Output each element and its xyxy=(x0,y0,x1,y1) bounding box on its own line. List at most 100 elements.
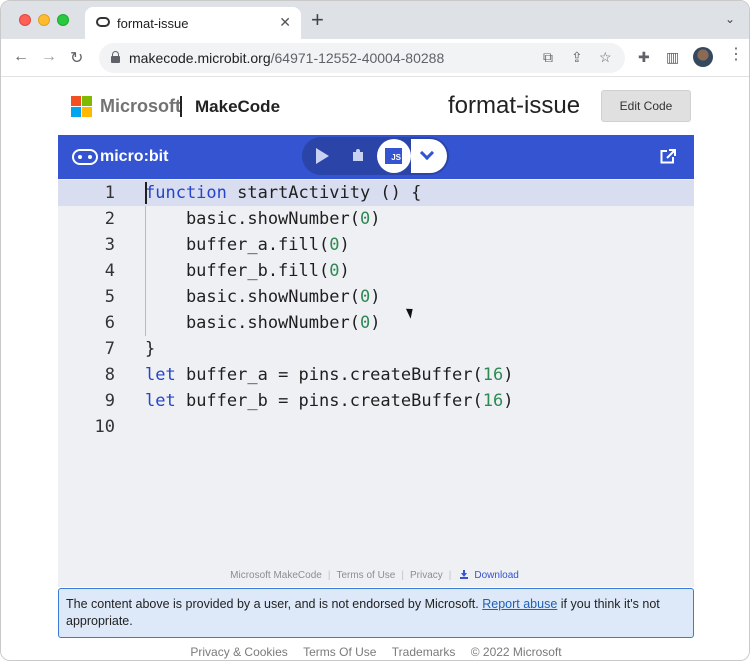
forward-arrow-icon[interactable]: → xyxy=(41,48,57,66)
code-text: basic.showNumber(0) xyxy=(145,284,381,310)
chevron-down-icon xyxy=(419,145,435,161)
code-token: ) xyxy=(503,391,514,411)
side-panel-icon[interactable]: ▥ xyxy=(666,49,679,66)
line-number: 9 xyxy=(104,391,115,411)
code-line[interactable]: 4 buffer_b.fill(0) xyxy=(58,258,694,284)
line-number: 1 xyxy=(104,183,115,203)
share-icon[interactable]: ⇪ xyxy=(571,49,583,66)
line-number: 5 xyxy=(104,287,115,307)
code-text: let buffer_b = pins.createBuffer(16) xyxy=(145,388,514,414)
privacy-link[interactable]: Privacy xyxy=(410,570,443,581)
js-icon: JS xyxy=(385,148,402,164)
keyword-token: let xyxy=(145,391,176,411)
trademarks-link[interactable]: Trademarks xyxy=(392,645,456,659)
number-token: 16 xyxy=(482,391,504,411)
tab-bar: format-issue ✕ + ⌄ xyxy=(1,1,749,39)
number-token: 0 xyxy=(359,313,371,333)
url-host: makecode.microbit.org xyxy=(129,50,271,66)
terms-of-use-link[interactable]: Terms Of Use xyxy=(303,645,376,659)
language-dropdown-button[interactable] xyxy=(411,139,447,173)
privacy-cookies-link[interactable]: Privacy & Cookies xyxy=(190,645,287,659)
microsoft-wordmark: Microsoft xyxy=(100,96,181,116)
tab-format-issue[interactable]: format-issue ✕ xyxy=(85,7,301,39)
project-title: format-issue xyxy=(448,92,581,119)
edit-code-button[interactable]: Edit Code xyxy=(601,90,691,122)
download-label: Download xyxy=(474,570,519,581)
code-token: ) xyxy=(339,261,350,281)
code-token: buffer_a = pins.createBuffer( xyxy=(175,365,483,385)
back-arrow-icon[interactable]: ← xyxy=(13,48,29,66)
keyword-token: let xyxy=(145,365,176,385)
profile-avatar[interactable] xyxy=(693,47,713,67)
terms-link[interactable]: Terms of Use xyxy=(336,570,395,581)
code-text: function startActivity () { xyxy=(145,180,421,206)
makecode-wordmark: MakeCode xyxy=(195,97,281,116)
notice-text: The content above is provided by a user,… xyxy=(66,597,479,611)
tab-title: format-issue xyxy=(117,16,189,31)
url-path: /64971-12552-40004-80288 xyxy=(270,50,445,66)
text-cursor xyxy=(145,182,147,204)
number-token: 0 xyxy=(359,287,371,307)
microsoft-logo-icon xyxy=(71,96,93,118)
line-number: 8 xyxy=(104,365,115,385)
page-content: Microsoft MakeCode format-issue Edit Cod… xyxy=(1,78,749,660)
keyword-token: function xyxy=(145,183,238,203)
report-abuse-link[interactable]: Report abuse xyxy=(482,597,557,611)
url-text: makecode.microbit.org/64971-12552-40004-… xyxy=(129,50,444,66)
microbit-logo[interactable]: micro:bit xyxy=(72,148,168,165)
blocks-puzzle-icon[interactable] xyxy=(353,149,363,161)
code-line[interactable]: 5 basic.showNumber(0) xyxy=(58,284,694,310)
code-text: let buffer_a = pins.createBuffer(16) xyxy=(145,362,514,388)
maximize-window-button[interactable] xyxy=(57,14,69,26)
code-token: ) xyxy=(370,209,381,229)
embed-footer: Microsoft MakeCode | Terms of Use | Privacy |… xyxy=(58,570,694,581)
makecode-link[interactable]: Microsoft MakeCode xyxy=(230,570,322,581)
code-line[interactable]: 9 let buffer_b = pins.createBuffer(16) xyxy=(58,388,694,414)
line-number: 6 xyxy=(104,313,115,333)
reload-icon[interactable]: ↻ xyxy=(70,48,83,68)
code-embed: micro:bit JS 1 function startActivity ()… xyxy=(58,135,694,587)
line-number: 2 xyxy=(104,209,115,229)
code-line[interactable]: 7} xyxy=(58,336,694,362)
code-line[interactable]: 10 xyxy=(58,414,694,440)
code-line[interactable]: 3 buffer_a.fill(0) xyxy=(58,232,694,258)
code-line[interactable]: 1 function startActivity () { xyxy=(58,180,694,206)
download-icon xyxy=(460,570,469,579)
code-token: basic.showNumber( xyxy=(145,313,360,333)
code-editor[interactable]: 1 function startActivity () {2 basic.show… xyxy=(58,179,694,535)
microbit-icon xyxy=(72,148,98,165)
code-token: buffer_b.fill( xyxy=(145,261,330,281)
javascript-mode-button[interactable]: JS xyxy=(377,139,411,173)
number-token: 0 xyxy=(329,261,340,281)
code-line[interactable]: 6 basic.showNumber(0) xyxy=(58,310,694,336)
bookmark-star-icon[interactable]: ☆ xyxy=(599,49,612,66)
code-token: startActivity () { xyxy=(237,183,422,203)
browser-toolbar: ← → ↻ makecode.microbit.org/64971-12552-… xyxy=(1,39,749,77)
open-in-new-window-icon[interactable] xyxy=(660,149,676,164)
link-icon xyxy=(96,17,110,27)
code-token: ) xyxy=(339,235,350,255)
address-bar[interactable]: makecode.microbit.org/64971-12552-40004-… xyxy=(99,43,625,73)
code-text: buffer_a.fill(0) xyxy=(145,232,350,258)
brand-divider xyxy=(180,96,182,117)
code-token: buffer_a.fill( xyxy=(145,235,330,255)
line-number: 4 xyxy=(104,261,115,281)
close-tab-icon[interactable]: ✕ xyxy=(279,14,291,31)
code-text: basic.showNumber(0) xyxy=(145,310,381,336)
minimize-window-button[interactable] xyxy=(38,14,50,26)
number-token: 0 xyxy=(329,235,340,255)
extensions-icon[interactable]: ✚ xyxy=(638,49,650,66)
copyright-text: © 2022 Microsoft xyxy=(470,645,562,659)
code-token: basic.showNumber( xyxy=(145,287,360,307)
code-line[interactable]: 2 basic.showNumber(0) xyxy=(58,206,694,232)
chevron-down-icon[interactable]: ⌄ xyxy=(725,12,735,26)
number-token: 0 xyxy=(359,209,371,229)
download-link[interactable]: Download xyxy=(457,570,521,581)
code-line[interactable]: 8 let buffer_a = pins.createBuffer(16) xyxy=(58,362,694,388)
open-external-icon[interactable]: ⧉ xyxy=(543,49,553,66)
lock-icon xyxy=(111,51,120,63)
play-icon[interactable] xyxy=(316,148,329,164)
new-tab-button[interactable]: + xyxy=(311,9,324,31)
close-window-button[interactable] xyxy=(19,14,31,26)
more-menu-icon[interactable]: ⋮ xyxy=(728,47,744,63)
